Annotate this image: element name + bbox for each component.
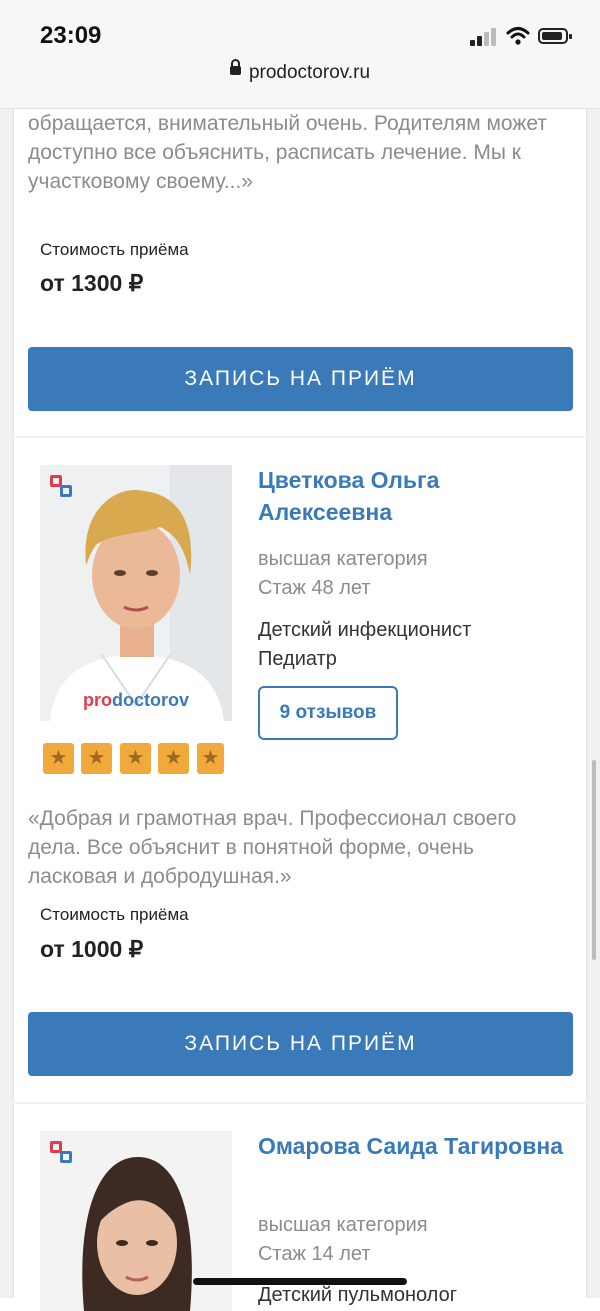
battery-icon bbox=[538, 28, 572, 44]
star-icon: ★ bbox=[197, 743, 224, 774]
doctor-portrait-image bbox=[40, 465, 232, 721]
doctor-specialty: Педиатр bbox=[258, 648, 337, 670]
wifi-icon bbox=[506, 27, 530, 45]
price-label: Стоимость приёма bbox=[40, 905, 189, 924]
price-value: от 1300 ₽ bbox=[40, 270, 144, 296]
doctor-specialty: Детский инфекционист bbox=[258, 619, 472, 641]
page-scrollbar[interactable] bbox=[592, 760, 596, 960]
doctor-name-link[interactable]: Омарова Саида Тагировна bbox=[258, 1130, 568, 1162]
book-appointment-button[interactable]: ЗАПИСЬ НА ПРИЁМ bbox=[28, 347, 573, 411]
doctor-category: высшая категория bbox=[258, 1214, 428, 1236]
rating-stars: ★ ★ ★ ★ ★ bbox=[40, 740, 232, 778]
star-icon: ★ bbox=[158, 743, 189, 774]
doctor-name-link[interactable]: Цветкова Ольга Алексеевна bbox=[258, 464, 568, 528]
doctor-category: высшая категория bbox=[258, 548, 428, 570]
lock-icon bbox=[229, 59, 241, 76]
doctor-experience: Стаж 14 лет bbox=[258, 1243, 371, 1265]
prodoctorov-logo-icon bbox=[50, 475, 74, 499]
star-icon: ★ bbox=[43, 743, 74, 774]
book-appointment-button[interactable]: ЗАПИСЬ НА ПРИЁМ bbox=[28, 1012, 573, 1076]
doctor-card[interactable]: prodoctorov ★ ★ ★ ★ ★ Цветкова Ольга Але… bbox=[13, 438, 587, 1102]
price-value: от 1000 ₽ bbox=[40, 936, 144, 962]
page: всех детских болячках и с малышами хорош… bbox=[0, 0, 600, 1311]
prodoctorov-logo-icon bbox=[50, 1141, 74, 1165]
doctor-specialty: Детский пульмонолог bbox=[258, 1284, 457, 1306]
home-indicator[interactable] bbox=[193, 1278, 407, 1285]
review-quote: «Добрая и грамотная врач. Профессионал с… bbox=[28, 807, 517, 888]
address-bar[interactable]: prodoctorov.ru bbox=[0, 59, 600, 84]
star-icon: ★ bbox=[120, 743, 151, 774]
clock-time: 23:09 bbox=[40, 22, 102, 49]
url-text: prodoctorov.ru bbox=[248, 62, 371, 83]
photo-watermark: prodoctorov bbox=[82, 690, 189, 710]
doctor-experience: Стаж 48 лет bbox=[258, 577, 371, 599]
doctor-card[interactable]: Омарова Саида Тагировна высшая категория… bbox=[13, 1104, 587, 1311]
star-icon: ★ bbox=[81, 743, 112, 774]
signal-icon bbox=[470, 28, 498, 46]
browser-status-bar: 23:09 prodoctorov.ru bbox=[0, 0, 600, 109]
price-label: Стоимость приёма bbox=[40, 240, 189, 259]
reviews-count-button[interactable]: 9 отзывов bbox=[258, 686, 398, 740]
doctor-photo[interactable]: prodoctorov bbox=[40, 465, 232, 721]
